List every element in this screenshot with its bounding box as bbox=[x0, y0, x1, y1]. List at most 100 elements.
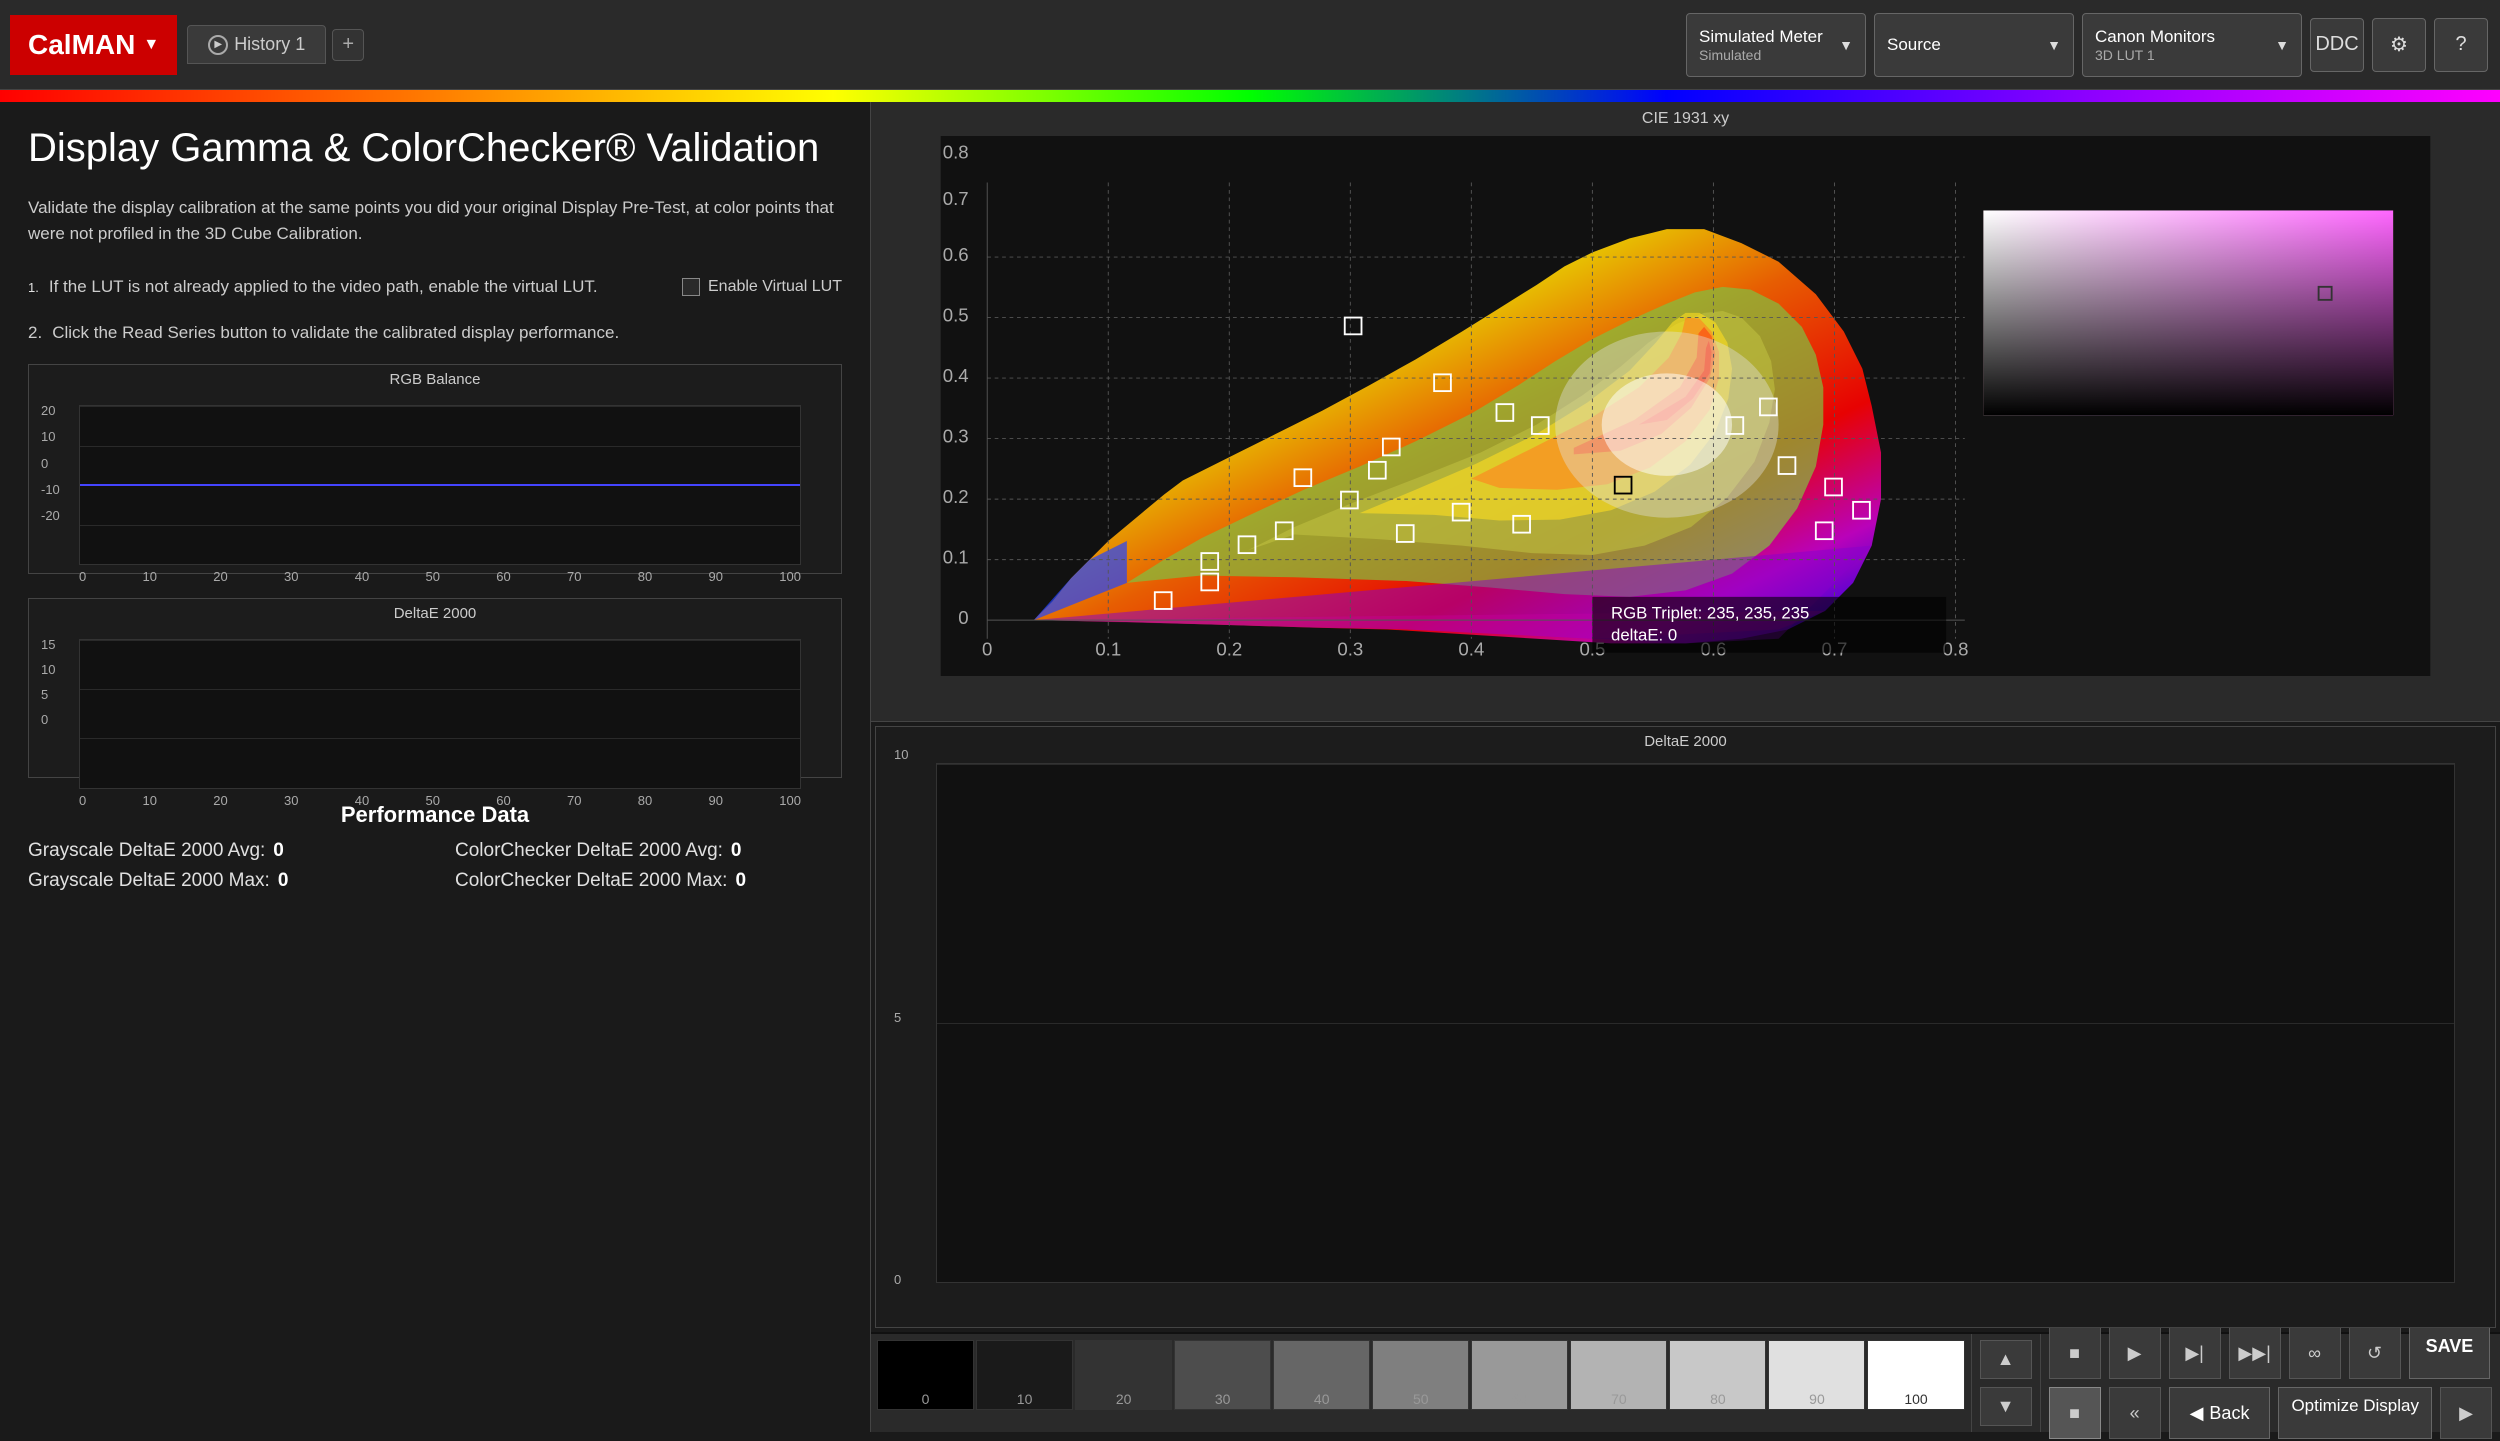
canon-monitors-label-top: Canon Monitors bbox=[2095, 27, 2215, 47]
svg-text:0.2: 0.2 bbox=[1216, 639, 1242, 660]
save-button[interactable]: SAVE bbox=[2409, 1327, 2491, 1379]
swatch-100[interactable]: 100 bbox=[1867, 1340, 1964, 1410]
swatch-50[interactable]: 50 bbox=[1372, 1340, 1469, 1410]
rgb-x-axis: 0102030405060708090100 bbox=[79, 569, 801, 584]
instruction-1-text: If the LUT is not already applied to the… bbox=[49, 277, 598, 297]
logo-dropdown-arrow[interactable]: ▼ bbox=[143, 36, 159, 54]
back-button[interactable]: ◀ Back bbox=[2169, 1387, 2271, 1439]
enable-virtual-lut-label[interactable]: Enable Virtual LUT bbox=[682, 278, 842, 296]
canon-monitors-dropdown[interactable]: Canon Monitors 3D LUT 1 ▼ bbox=[2082, 13, 2302, 77]
deltae-bottom-container: DeltaE 2000 10 5 0 bbox=[875, 726, 2496, 1328]
bottom-bar: 0 10 20 30 40 50 60 70 80 90 100 ▲ ▼ ■ ▶ bbox=[871, 1332, 2500, 1432]
top-bar: CalMAN ▼ ▶ History 1 + Simulated Meter S… bbox=[0, 0, 2500, 90]
swatch-20[interactable]: 20 bbox=[1075, 1340, 1172, 1410]
svg-text:0.8: 0.8 bbox=[1943, 639, 1969, 660]
playback-controls: ■ ▶ ▶| ▶▶| ∞ ↺ SAVE ■ « ◀ Back Optimize … bbox=[2040, 1334, 2500, 1432]
tab-area: ▶ History 1 + bbox=[187, 25, 1686, 64]
swatch-10[interactable]: 10 bbox=[976, 1340, 1073, 1410]
help-button[interactable]: ? bbox=[2434, 18, 2488, 72]
scroll-up-button[interactable]: ▲ bbox=[1980, 1340, 2032, 1379]
deltae-bottom-title: DeltaE 2000 bbox=[876, 733, 2495, 750]
swatch-60[interactable]: 60 bbox=[1471, 1340, 1568, 1410]
deltae-y-5: 5 bbox=[41, 687, 55, 702]
deltae-small-chart-container: DeltaE 2000 15 10 5 0 010203040506070809… bbox=[28, 598, 842, 778]
loop-button[interactable]: ∞ bbox=[2289, 1327, 2341, 1379]
grayscale-avg-value: 0 bbox=[273, 840, 284, 862]
source-dropdown[interactable]: Source ▼ bbox=[1874, 13, 2074, 77]
play-button[interactable]: ▶ bbox=[2109, 1327, 2161, 1379]
simulated-meter-arrow: ▼ bbox=[1839, 37, 1853, 53]
tab-play-icon: ▶ bbox=[208, 35, 228, 55]
swatch-0[interactable]: 0 bbox=[877, 1340, 974, 1410]
scroll-down-button[interactable]: ▼ bbox=[1980, 1387, 2032, 1426]
swatch-70[interactable]: 70 bbox=[1570, 1340, 1667, 1410]
rgb-y-label-n10: -10 bbox=[41, 482, 60, 497]
skip-button[interactable]: ▶▶| bbox=[2229, 1327, 2281, 1379]
deltae-bottom-y-5: 5 bbox=[894, 1010, 908, 1025]
colorchecker-avg-label: ColorChecker DeltaE 2000 Avg: bbox=[455, 840, 723, 862]
add-tab-button[interactable]: + bbox=[332, 29, 364, 61]
step-button[interactable]: ▶| bbox=[2169, 1327, 2221, 1379]
active-indicator[interactable]: ■ bbox=[2049, 1387, 2101, 1439]
main-content: Display Gamma & ColorChecker® Validation… bbox=[0, 102, 2500, 1432]
rgb-balance-chart-container: RGB Balance 20 10 0 -10 -20 bbox=[28, 364, 842, 574]
canon-monitors-arrow: ▼ bbox=[2275, 37, 2289, 53]
canon-monitors-content: Canon Monitors 3D LUT 1 bbox=[2095, 27, 2215, 63]
grayscale-max-label: Grayscale DeltaE 2000 Max: bbox=[28, 870, 270, 892]
next-button[interactable]: ▶ bbox=[2440, 1387, 2492, 1439]
history-tab[interactable]: ▶ History 1 bbox=[187, 25, 326, 64]
colorchecker-max-item: ColorChecker DeltaE 2000 Max: 0 bbox=[455, 870, 842, 892]
deltae-y-0: 0 bbox=[41, 712, 55, 727]
svg-text:deltaE: 0: deltaE: 0 bbox=[1611, 626, 1677, 645]
top-right-controls: Simulated Meter Simulated ▼ Source ▼ Can… bbox=[1686, 13, 2500, 77]
instruction-row-1: 1. If the LUT is not already applied to … bbox=[28, 272, 842, 302]
deltae-bottom-y-0: 0 bbox=[894, 1272, 908, 1287]
calman-logo-text: CalMAN bbox=[28, 29, 135, 61]
svg-text:0.7: 0.7 bbox=[943, 188, 969, 209]
rgb-y-label-n20: -20 bbox=[41, 508, 60, 523]
colorchecker-max-label: ColorChecker DeltaE 2000 Max: bbox=[455, 870, 727, 892]
instruction-1-num: 1. bbox=[28, 280, 39, 295]
deltae-x-axis: 0102030405060708090100 bbox=[79, 793, 801, 808]
svg-text:0.3: 0.3 bbox=[943, 425, 969, 446]
prev-button[interactable]: « bbox=[2109, 1387, 2161, 1439]
enable-virtual-lut-text: Enable Virtual LUT bbox=[708, 278, 842, 296]
rgb-y-label-10: 10 bbox=[41, 429, 60, 444]
deltae-bottom-y-10: 10 bbox=[894, 747, 908, 762]
svg-text:RGB Triplet: 235, 235, 235: RGB Triplet: 235, 235, 235 bbox=[1611, 603, 1809, 622]
left-panel: Display Gamma & ColorChecker® Validation… bbox=[0, 102, 870, 1432]
grayscale-avg-label: Grayscale DeltaE 2000 Avg: bbox=[28, 840, 265, 862]
deltae-y-10: 10 bbox=[41, 662, 55, 677]
enable-virtual-lut-checkbox[interactable] bbox=[682, 278, 700, 296]
colorchecker-max-value: 0 bbox=[735, 870, 746, 892]
performance-data-grid: Grayscale DeltaE 2000 Avg: 0 ColorChecke… bbox=[28, 840, 842, 892]
canon-monitors-label-bottom: 3D LUT 1 bbox=[2095, 47, 2215, 63]
rgb-y-label-20: 20 bbox=[41, 403, 60, 418]
settings-button[interactable]: ⚙ bbox=[2372, 18, 2426, 72]
swatch-80[interactable]: 80 bbox=[1669, 1340, 1766, 1410]
cie-svg: 0 0.1 0.2 0.3 0.4 0.5 0.6 0.7 0.8 0 0.1 … bbox=[871, 136, 2500, 676]
instruction-row-2: 2. Click the Read Series button to valid… bbox=[28, 323, 842, 343]
grayscale-avg-item: Grayscale DeltaE 2000 Avg: 0 bbox=[28, 840, 415, 862]
cie-diagram: 0 0.1 0.2 0.3 0.4 0.5 0.6 0.7 0.8 0 0.1 … bbox=[871, 136, 2500, 676]
stop-button[interactable]: ■ bbox=[2049, 1327, 2101, 1379]
instruction-2-num: 2. bbox=[28, 323, 42, 343]
refresh-button[interactable]: ↺ bbox=[2349, 1327, 2401, 1379]
swatch-90[interactable]: 90 bbox=[1768, 1340, 1865, 1410]
rgb-y-label-0: 0 bbox=[41, 456, 60, 471]
rgb-balance-chart-area bbox=[79, 405, 801, 565]
cie-diagram-container: CIE 1931 xy bbox=[871, 102, 2500, 722]
simulated-meter-dropdown[interactable]: Simulated Meter Simulated ▼ bbox=[1686, 13, 1866, 77]
swatch-40[interactable]: 40 bbox=[1273, 1340, 1370, 1410]
ddc-button[interactable]: DDC bbox=[2310, 18, 2364, 72]
svg-text:0.1: 0.1 bbox=[943, 546, 969, 567]
simulated-meter-label-bottom: Simulated bbox=[1699, 47, 1823, 63]
optimize-button[interactable]: Optimize Display bbox=[2278, 1387, 2432, 1439]
svg-text:0.4: 0.4 bbox=[1458, 639, 1484, 660]
source-content: Source bbox=[1887, 35, 1941, 55]
grayscale-max-item: Grayscale DeltaE 2000 Max: 0 bbox=[28, 870, 415, 892]
grayscale-max-value: 0 bbox=[278, 870, 289, 892]
swatch-30[interactable]: 30 bbox=[1174, 1340, 1271, 1410]
calman-logo[interactable]: CalMAN ▼ bbox=[10, 15, 177, 75]
svg-text:0.6: 0.6 bbox=[943, 244, 969, 265]
